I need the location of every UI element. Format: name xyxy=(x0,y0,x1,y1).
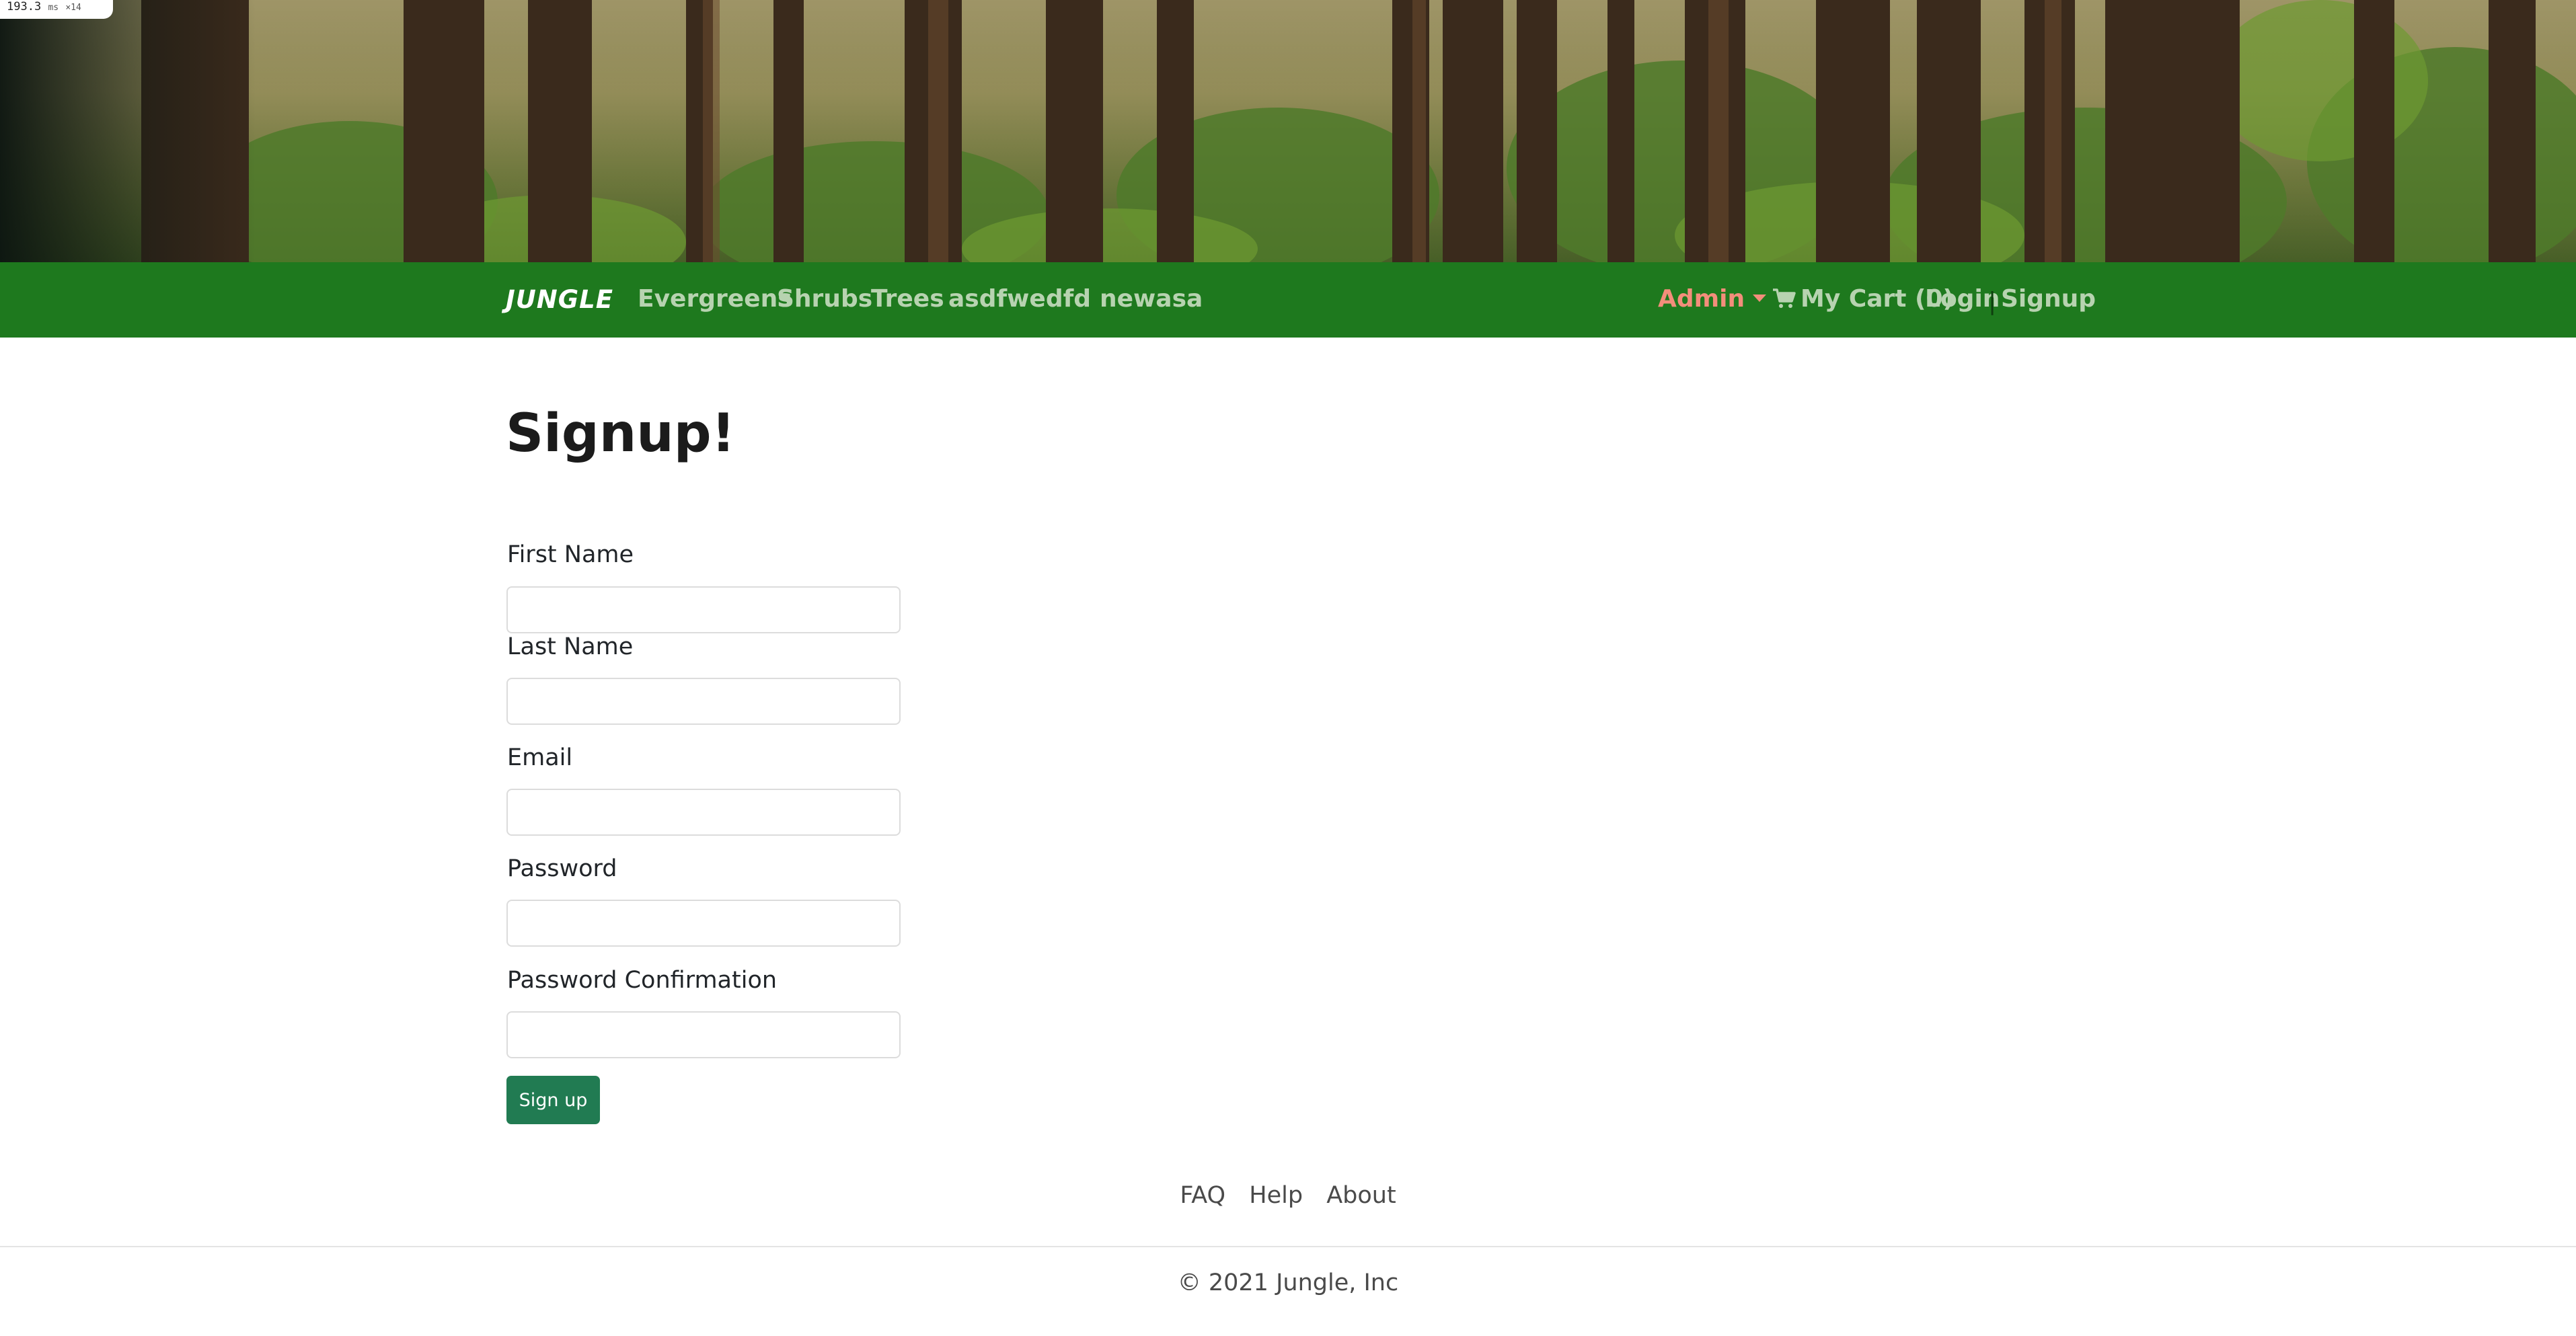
admin-dropdown[interactable]: Admin xyxy=(1658,285,1767,313)
admin-dropdown-label: Admin xyxy=(1658,285,1745,313)
first-name-label: First Name xyxy=(507,541,634,568)
footer-link-faq[interactable]: FAQ xyxy=(1180,1182,1225,1209)
nav-link-newasa[interactable]: newasa xyxy=(1100,285,1203,313)
password-confirmation-label: Password Confirmation xyxy=(507,967,778,994)
nav-link-asdfwedfd[interactable]: asdfwedfd xyxy=(948,285,1091,313)
debug-badge-unit: ms xyxy=(48,3,59,13)
last-name-field[interactable] xyxy=(506,678,901,725)
nav-link-trees[interactable]: Trees xyxy=(871,285,944,313)
sign-up-button[interactable]: Sign up xyxy=(506,1076,600,1124)
signup-link[interactable]: Signup xyxy=(2001,285,2096,313)
shopping-cart-icon xyxy=(1773,288,1796,308)
hero-forest-banner xyxy=(0,0,2576,262)
debug-badge: 193.3 ms ×14 xyxy=(0,0,113,19)
password-confirmation-field[interactable] xyxy=(506,1011,901,1058)
navbar-inner: JUNGLE Evergreens Shrubs Trees asdfwedfd… xyxy=(506,262,2096,338)
email-label: Email xyxy=(507,744,573,771)
email-field[interactable] xyxy=(506,789,901,836)
last-name-label: Last Name xyxy=(507,633,634,660)
caret-down-icon xyxy=(1753,294,1767,302)
page-title: Signup! xyxy=(506,403,736,464)
nav-link-shrubs[interactable]: Shrubs xyxy=(777,285,872,313)
password-label: Password xyxy=(507,855,617,882)
nav-separator: | xyxy=(1988,288,1997,315)
password-field[interactable] xyxy=(506,900,901,947)
main-navbar: JUNGLE Evergreens Shrubs Trees asdfwedfd… xyxy=(0,262,2576,338)
forest-image xyxy=(0,0,2576,262)
copyright-text: © 2021 Jungle, Inc xyxy=(1177,1269,1399,1296)
brand-logo[interactable]: JUNGLE xyxy=(506,285,613,314)
footer-link-help[interactable]: Help xyxy=(1249,1182,1303,1209)
debug-badge-multiplier: ×14 xyxy=(65,3,81,13)
footer-link-about[interactable]: About xyxy=(1326,1182,1396,1209)
nav-link-evergreens[interactable]: Evergreens xyxy=(638,285,792,313)
footer-links: FAQ Help About xyxy=(0,1182,2576,1209)
debug-badge-value: 193.3 xyxy=(7,0,42,13)
footer-divider xyxy=(0,1246,2576,1247)
first-name-field[interactable] xyxy=(506,586,901,633)
